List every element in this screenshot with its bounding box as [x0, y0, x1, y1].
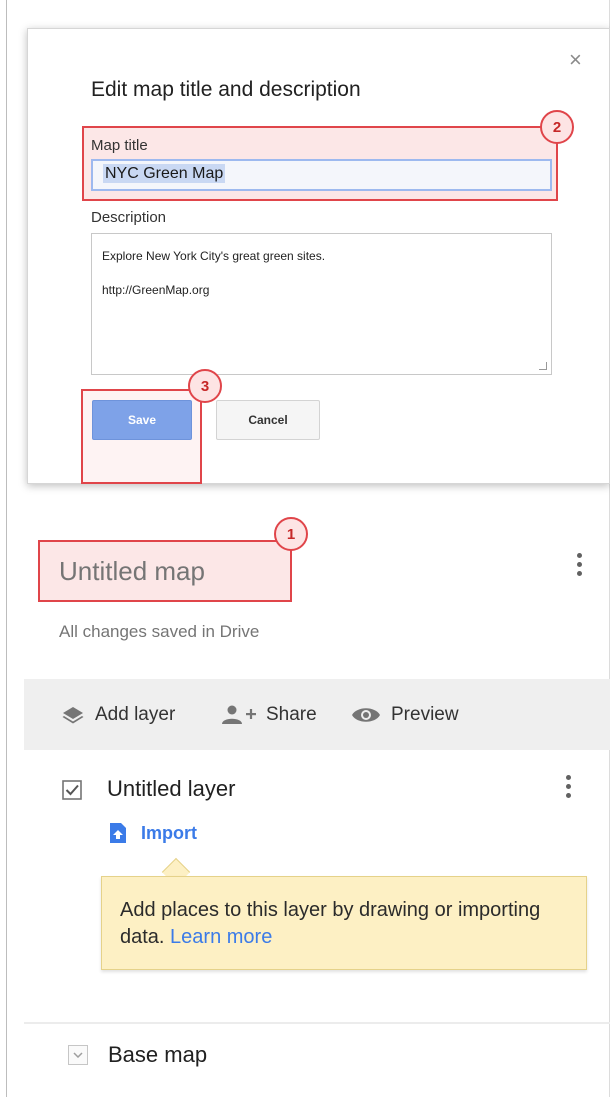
add-layer-label: Add layer	[95, 703, 176, 725]
checkbox-checked-icon[interactable]	[62, 780, 82, 800]
description-line: http://GreenMap.org	[102, 283, 210, 298]
edit-map-dialog: × Edit map title and description 2 Map t…	[27, 28, 610, 484]
callout-badge-3: 3	[188, 369, 222, 403]
description-label: Description	[91, 209, 167, 226]
share-button[interactable]: Share	[220, 679, 317, 750]
add-layer-button[interactable]: Add layer	[61, 679, 175, 750]
map-title-label: Map title	[91, 137, 148, 154]
import-button[interactable]: Import	[109, 822, 197, 844]
callout-badge-2: 2	[540, 110, 574, 144]
layer-more-vert-icon[interactable]	[566, 775, 572, 802]
divider	[24, 1022, 610, 1024]
save-status: All changes saved in Drive	[59, 622, 260, 641]
callout-badge-1: 1	[274, 517, 308, 551]
map-title-input[interactable]: NYC Green Map	[91, 159, 552, 191]
preview-button[interactable]: Preview	[351, 679, 459, 750]
preview-label: Preview	[391, 703, 459, 725]
description-line: Explore New York City's great green site…	[102, 249, 326, 263]
save-button[interactable]: Save	[92, 400, 192, 440]
person-add-icon	[222, 705, 256, 724]
map-more-vert-icon[interactable]	[577, 553, 583, 580]
app-frame: × Edit map title and description 2 Map t…	[0, 0, 610, 1097]
close-icon[interactable]: ×	[569, 49, 582, 71]
cancel-button[interactable]: Cancel	[216, 400, 320, 440]
map-title[interactable]: Untitled map	[59, 556, 205, 587]
import-label: Import	[141, 822, 197, 843]
chevron-down-icon	[73, 1052, 83, 1058]
dialog-title: Edit map title and description	[91, 78, 361, 101]
add-places-tooltip: Add places to this layer by drawing or i…	[101, 876, 587, 970]
frame-left-border	[6, 0, 7, 1097]
eye-icon	[352, 707, 380, 722]
base-map-expand-button[interactable]	[68, 1045, 88, 1065]
map-title-value: NYC Green Map	[103, 164, 226, 183]
layers-icon	[62, 706, 84, 723]
base-map-label[interactable]: Base map	[108, 1042, 207, 1068]
description-textarea[interactable]: Explore New York City's great green site…	[91, 233, 552, 375]
learn-more-link[interactable]: Learn more	[170, 926, 272, 948]
layer-name[interactable]: Untitled layer	[107, 776, 235, 802]
layer-toolbar: Add layer Share Preview	[24, 679, 610, 750]
resize-grip-icon[interactable]	[539, 362, 547, 370]
share-label: Share	[266, 703, 317, 725]
file-upload-icon	[110, 823, 126, 843]
